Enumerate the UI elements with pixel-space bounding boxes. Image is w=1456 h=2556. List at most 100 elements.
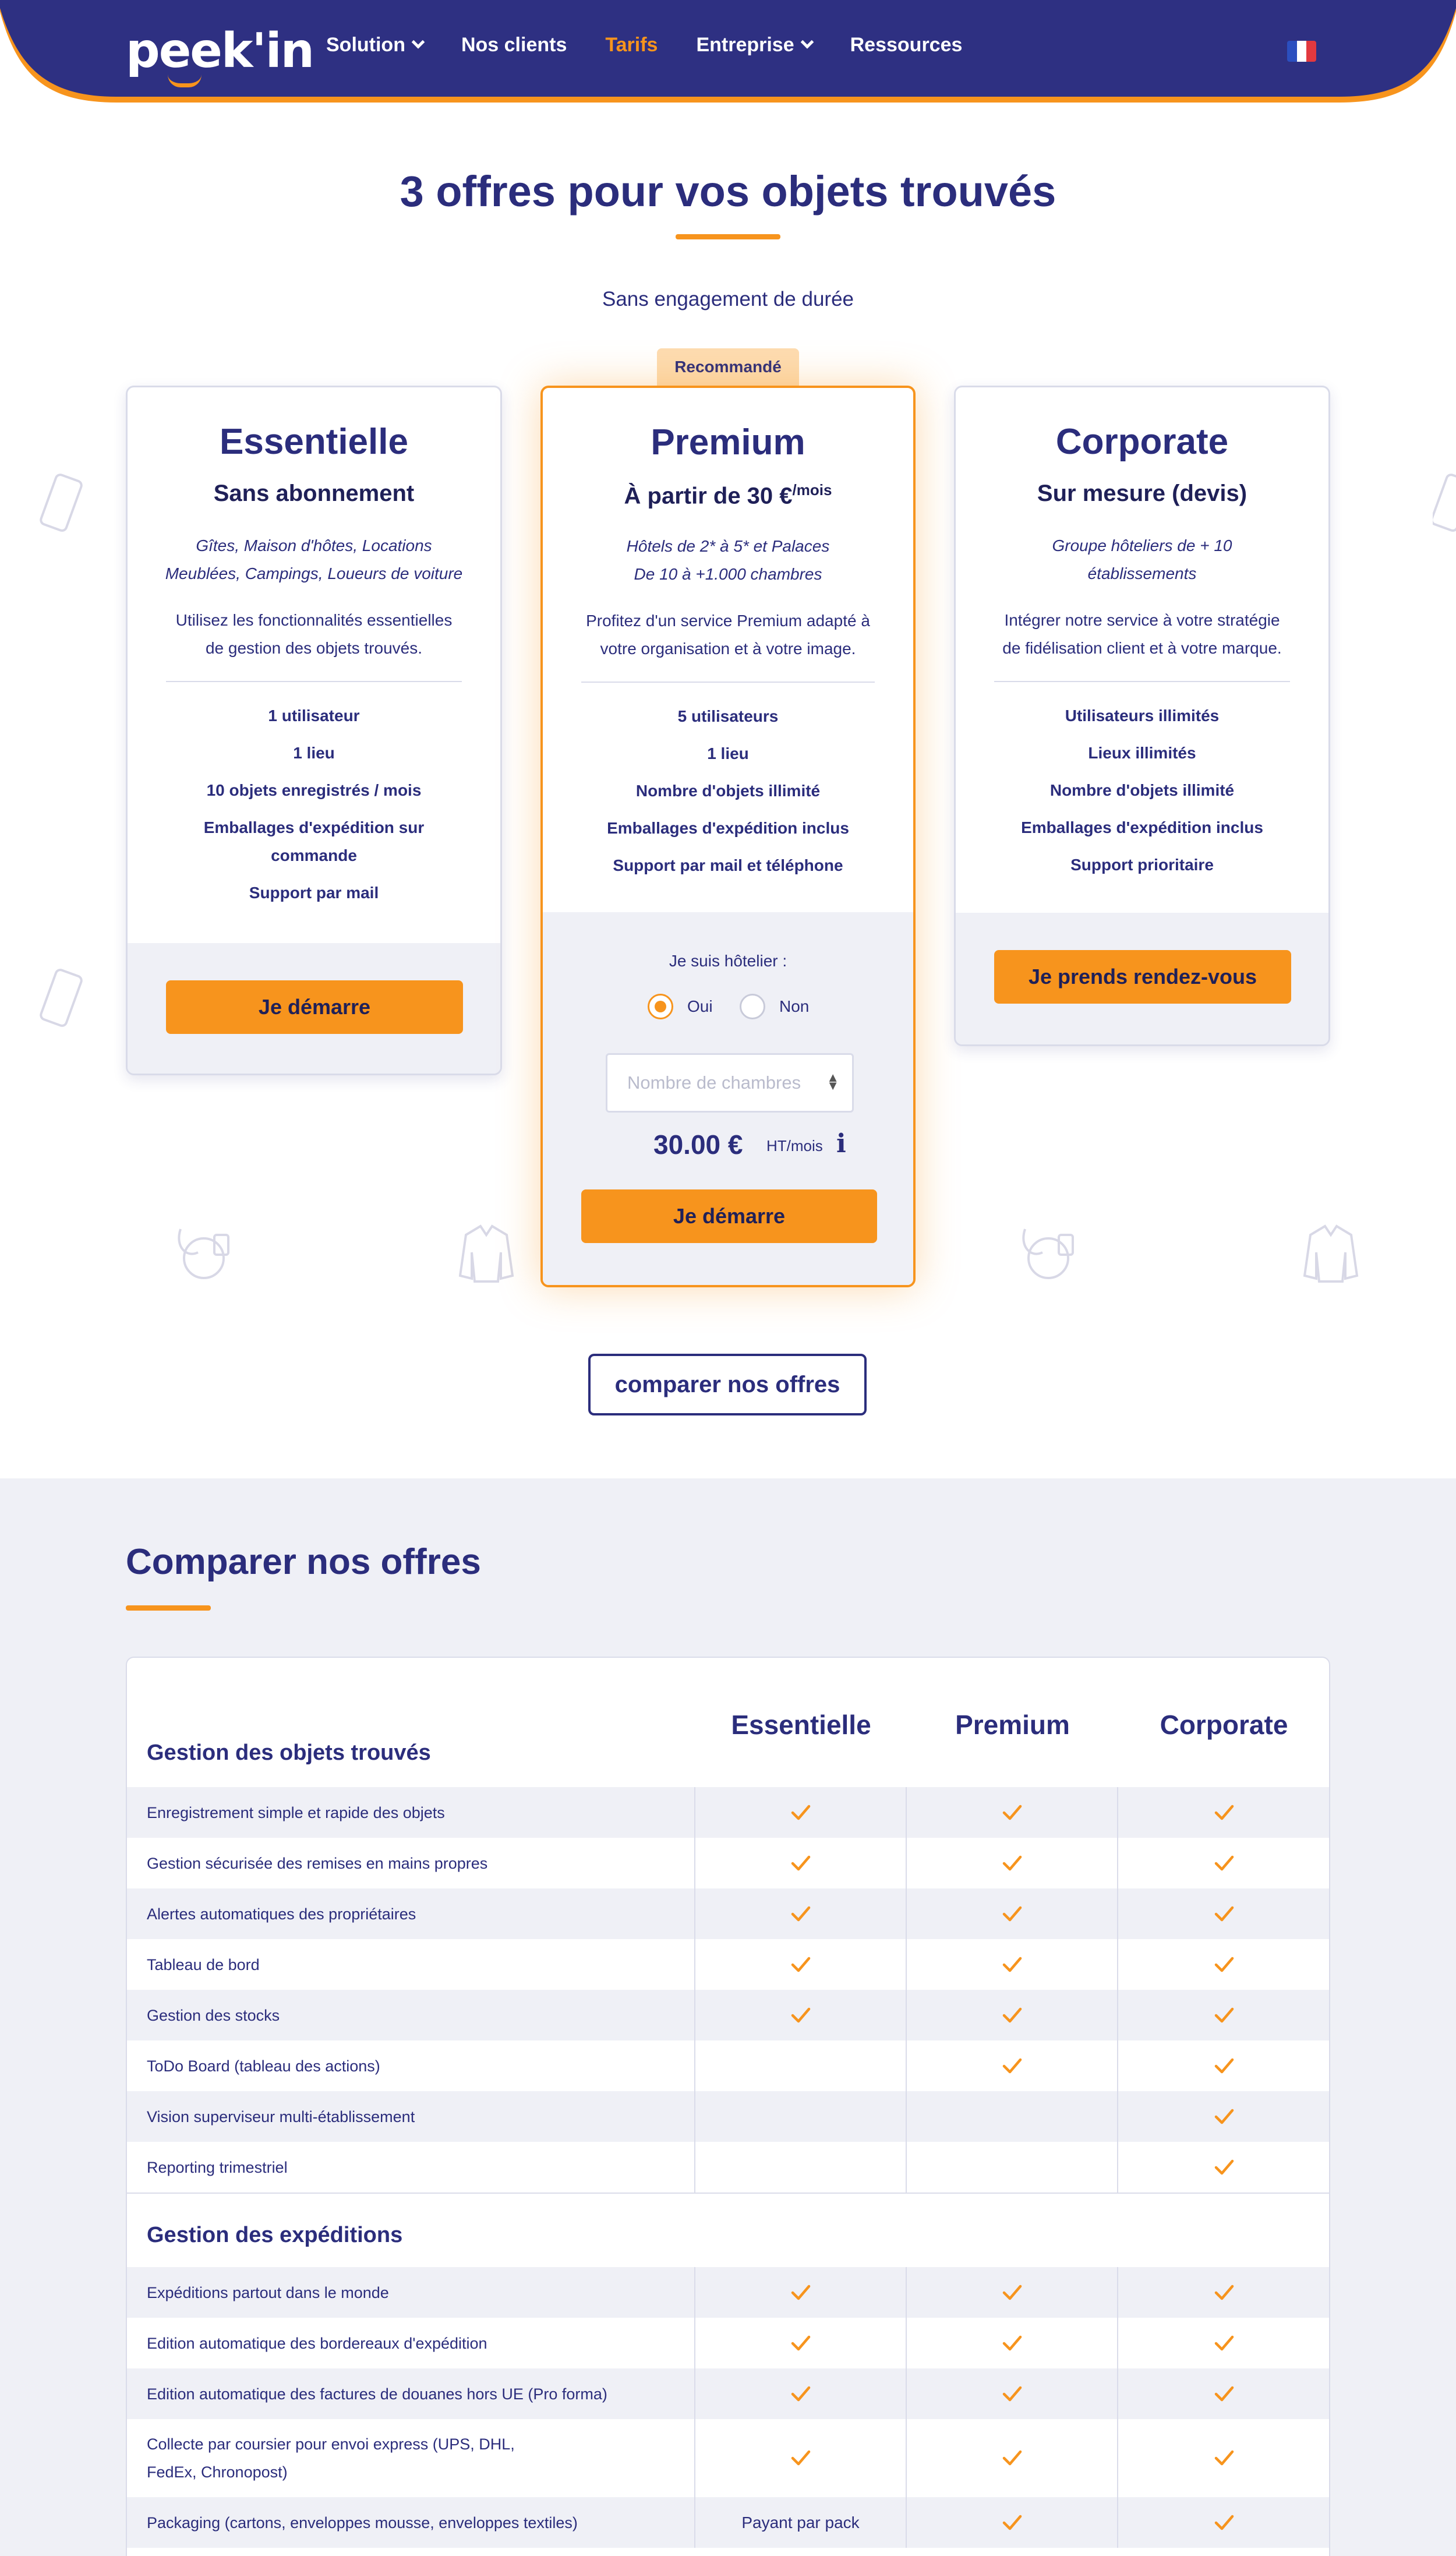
empty-cell (907, 2091, 1118, 2142)
plan-feature: 10 objets enregistrés / mois (206, 781, 422, 799)
radio-oui-label: Oui (687, 997, 713, 1015)
divider (994, 681, 1290, 682)
plan-feature: Nombre d'objets illimité (635, 782, 821, 800)
check-icon (1118, 1838, 1329, 1888)
plan-feature: Lieux illimités (1088, 744, 1196, 762)
logo[interactable]: peek'in (126, 23, 314, 87)
feature-label: Expéditions partout dans le monde (127, 2267, 695, 2318)
comparison-table: Essentielle Premium Corporate Gestion de… (126, 1657, 1330, 2556)
stepper-icon[interactable]: ▲ ▼ (826, 1071, 839, 1092)
compare-offers-button[interactable]: comparer nos offres (588, 1354, 867, 1415)
table-row: Packaging (cartons, enveloppes mousse, e… (127, 2497, 1329, 2548)
plan-name: Essentielle (220, 422, 408, 462)
feature-label: Vision superviseur multi-établissement (127, 2091, 695, 2142)
page-title: 3 offres pour vos objets trouvés (400, 167, 1056, 216)
start-button[interactable]: Je démarre (166, 980, 463, 1034)
plan-card-footer: Je démarre (128, 943, 500, 1074)
check-icon (1118, 1990, 1329, 2040)
cable-icon (178, 1228, 229, 1279)
flag-fr-icon[interactable] (1287, 41, 1316, 62)
plan-target-line: établissements (1087, 564, 1197, 582)
rooms-input[interactable]: Nombre de chambres ▲ ▼ (606, 1053, 854, 1113)
table-row: Gestion sécurisée des remises en mains p… (127, 1838, 1329, 1888)
column-header-essentielle: Essentielle (731, 1710, 871, 1740)
divider (581, 682, 875, 683)
book-meeting-button[interactable]: Je prends rendez-vous (994, 950, 1291, 1004)
feature-label: Enregistrement simple et rapide des obje… (127, 1787, 695, 1838)
plan-description-line: Profitez d'un service Premium adapté à (586, 612, 870, 630)
nav-item-solution[interactable]: Solution (326, 34, 425, 57)
table-row: Collecte par coursier pour envoi express… (127, 2419, 1329, 2497)
plan-feature: Emballages d'expédition inclus (607, 819, 849, 837)
chevron-down-icon (800, 35, 814, 49)
nav-item-tarifs[interactable]: Tarifs (605, 34, 658, 57)
feature-label: Edition automatique des bordereaux d'exp… (127, 2318, 695, 2368)
feature-label: Reporting trimestriel (127, 2142, 695, 2193)
jacket-icon (1303, 1224, 1359, 1283)
plan-subtitle: Sans abonnement (213, 481, 415, 506)
info-icon[interactable]: i (836, 1129, 854, 1159)
table-row: Enregistrement simple et rapide des obje… (127, 1787, 1329, 1838)
check-icon (907, 1838, 1118, 1888)
nav-item-nos-clients[interactable]: Nos clients (461, 34, 567, 57)
empty-cell (695, 2040, 907, 2091)
feature-label: Tableau de bord (127, 1939, 695, 1990)
plan-card-corporate: Corporate Sur mesure (devis) Groupe hôte… (954, 386, 1330, 1046)
check-icon (1118, 1939, 1329, 1990)
plan-features: 1 utilisateur 1 lieu 10 objets enregistr… (162, 702, 465, 916)
feature-label: Collecte par coursier pour envoi express… (127, 2419, 695, 2497)
start-button[interactable]: Je démarre (581, 1189, 877, 1243)
plan-target-line: Hôtels de 2* à 5* et Palaces (626, 537, 830, 555)
check-icon (695, 1888, 907, 1939)
nav-item-ressources[interactable]: Ressources (850, 34, 963, 57)
recommended-badge: Recommandé (657, 348, 799, 386)
table-row: Expéditions partout dans le monde (127, 2267, 1329, 2318)
check-icon (907, 2497, 1118, 2548)
plan-description: Profitez d'un service Premium adapté à v… (572, 607, 884, 663)
check-icon (1118, 2091, 1329, 2142)
radio-non[interactable] (740, 994, 765, 1019)
phone-icon (1433, 474, 1456, 532)
nav-item-entreprise[interactable]: Entreprise (696, 34, 814, 57)
check-icon (1118, 1888, 1329, 1939)
check-icon (695, 1787, 907, 1838)
plan-feature: Support prioritaire (1070, 856, 1214, 874)
column-header-corporate: Corporate (1160, 1710, 1288, 1740)
check-icon (1118, 1787, 1329, 1838)
plan-feature: Support par mail et téléphone (613, 856, 843, 874)
radio-oui[interactable] (648, 994, 673, 1019)
empty-cell (695, 2142, 907, 2193)
table-row: Edition automatique des factures de doua… (127, 2368, 1329, 2419)
plan-description-line: votre organisation et à votre image. (600, 640, 856, 658)
plan-feature: Nombre d'objets illimité (1049, 781, 1235, 799)
plan-card-footer: Je prends rendez-vous (956, 913, 1328, 1044)
nav-item-label: Solution (326, 34, 405, 56)
plan-target-line: De 10 à +1.000 chambres (634, 565, 822, 583)
plan-target: Groupe hôteliers de + 10 établissements (985, 532, 1299, 588)
check-icon (695, 2267, 907, 2318)
nav-item-label: Nos clients (461, 34, 567, 56)
plan-description: Utilisez les fonctionnalités essentielle… (157, 606, 471, 662)
plan-description-line: de gestion des objets trouvés. (205, 639, 422, 657)
check-icon (1118, 2142, 1329, 2193)
plan-features: 5 utilisateurs 1 lieu Nombre d'objets il… (578, 702, 878, 889)
site-header: peek'in Solution Nos clients Tarifs Entr… (0, 0, 1456, 106)
page-subtitle: Sans engagement de durée (602, 288, 854, 310)
chevron-down-icon (411, 35, 425, 49)
comparison-section: Comparer nos offres Essentielle Premium … (0, 1478, 1456, 2556)
plan-target: Hôtels de 2* à 5* et Palaces De 10 à +1.… (572, 532, 884, 588)
check-icon (695, 2419, 907, 2497)
plan-feature: 1 lieu (707, 744, 749, 762)
check-icon (695, 1838, 907, 1888)
plan-feature: 1 lieu (293, 744, 335, 762)
plan-features: Utilisateurs illimités Lieux illimités N… (991, 702, 1294, 888)
comparison-title-underline (126, 1605, 211, 1611)
table-row: Reporting trimestriel (127, 2142, 1329, 2193)
group-title: Gestion des expéditions (147, 2223, 403, 2247)
check-icon (1118, 2497, 1329, 2548)
logo-text: peek'in (126, 23, 314, 79)
check-icon (695, 1990, 907, 2040)
check-icon (907, 1939, 1118, 1990)
phone-icon (40, 474, 83, 532)
check-icon (907, 2267, 1118, 2318)
